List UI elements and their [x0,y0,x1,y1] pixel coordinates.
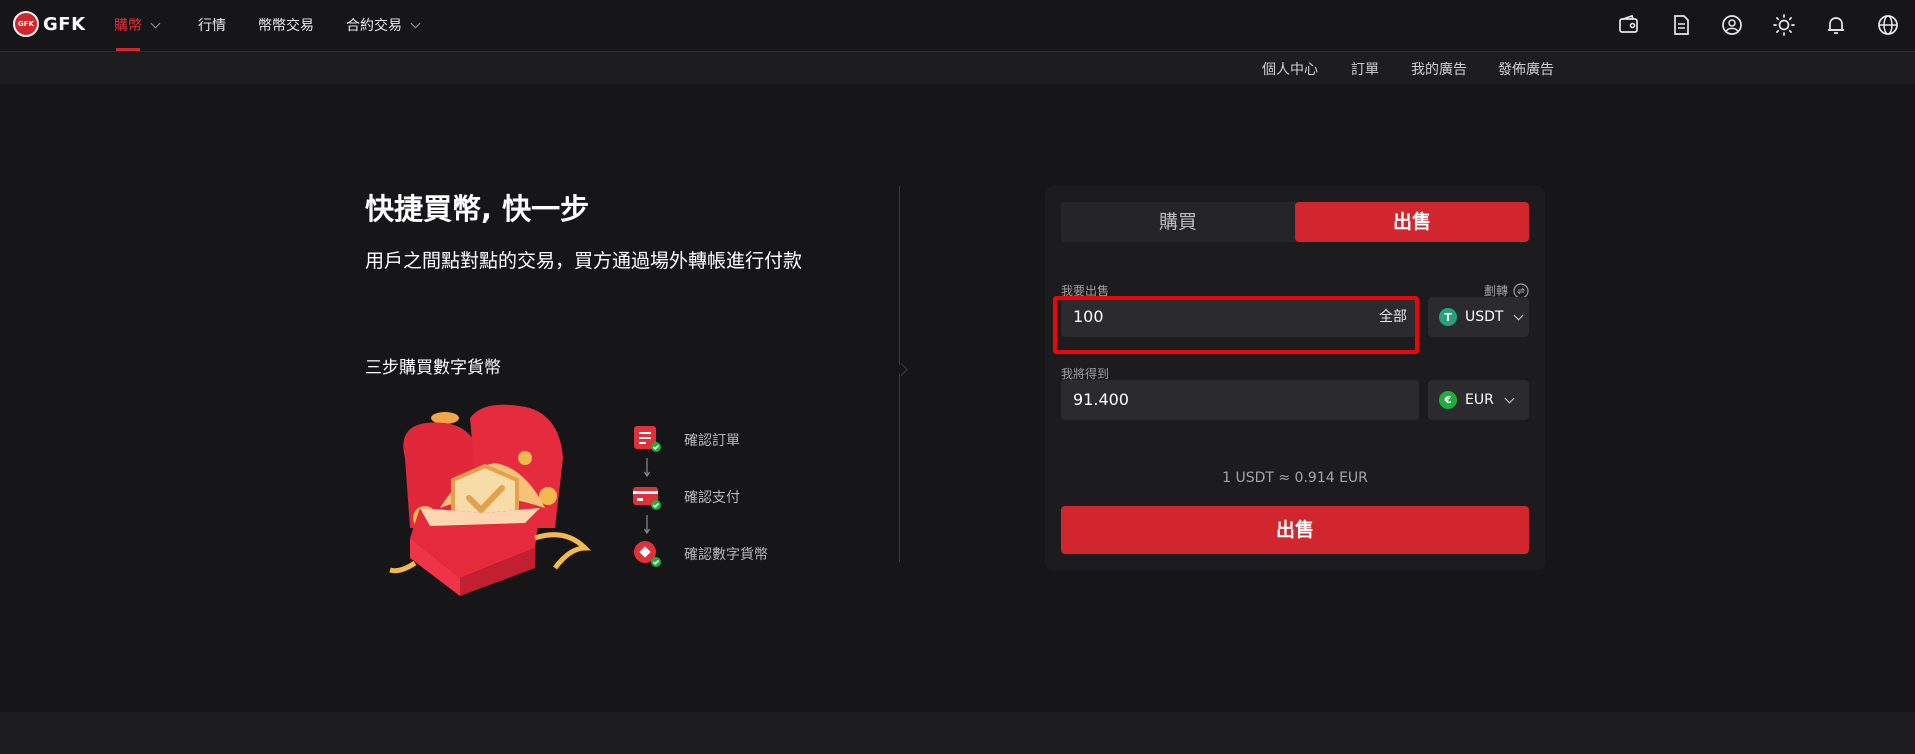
orders-icon[interactable] [1669,13,1693,37]
subnav-personal-center[interactable]: 個人中心 [1262,59,1318,79]
confirm-crypto-icon [634,541,661,567]
logo-badge: GFK [13,11,39,37]
arrow-down-icon [644,515,650,535]
receive-currency-label: EUR [1465,392,1494,408]
tab-buy[interactable]: 購買 [1061,202,1295,242]
logo[interactable]: GFK GFK [13,11,86,37]
nav-item-spot-trading[interactable]: 幣幣交易 [258,15,314,35]
tab-sell[interactable]: 出售 [1295,202,1529,242]
step-confirm-order: 確認訂單 [684,433,740,449]
confirm-order-icon [634,426,661,452]
wallet-icon[interactable] [1617,13,1641,37]
chevron-down-icon [150,18,161,28]
receive-amount-input[interactable]: 91.400 [1061,380,1419,420]
logo-text: GFK [43,13,86,35]
hero-title: 快捷買幣, 快一步 [365,192,590,226]
theme-sun-icon[interactable] [1772,13,1796,37]
arrow-down-icon [644,458,650,478]
nav-item-futures-trading[interactable]: 合約交易 [346,15,421,35]
step-confirm-crypto: 確認數字貨幣 [684,547,768,563]
confirm-payment-icon [633,487,661,510]
eur-icon: € [1439,391,1457,409]
sell-currency-select[interactable]: T USDT [1428,297,1529,337]
gift-box-illustration [389,404,592,596]
subnav-post-ad[interactable]: 發佈廣告 [1498,59,1554,79]
nav-item-market[interactable]: 行情 [198,15,226,35]
exchange-rate: 1 USDT ≈ 0.914 EUR [1222,470,1368,486]
top-navbar: GFK GFK 購幣 行情 幣幣交易 合約交易 [0,0,1915,52]
subnav-orders[interactable]: 訂單 [1351,59,1379,79]
nav-label: 行情 [198,18,226,34]
chevron-down-icon [1514,310,1524,320]
nav-label: 幣幣交易 [258,18,314,34]
steps-title: 三步購買數字貨幣 [365,358,501,378]
hero-subtitle: 用戶之間點對點的交易，買方通過場外轉帳進行付款 [365,250,803,272]
sell-submit-button[interactable]: 出售 [1061,506,1529,554]
chevron-down-icon [410,18,421,28]
subnav-my-ads[interactable]: 我的廣告 [1411,59,1467,79]
trade-card: 購買 出售 我要出售 劃轉 100 全部 T USDT 我將得到 91.400 … [1045,186,1545,570]
bell-icon[interactable] [1824,13,1848,37]
footer-band [0,712,1915,754]
globe-icon[interactable] [1876,13,1900,37]
nav-label: 購幣 [114,18,142,34]
nav-active-indicator [116,48,140,51]
chevron-down-icon [1504,393,1515,403]
sub-navbar: 個人中心 訂單 我的廣告 發佈廣告 [0,52,1915,84]
divider-notch [895,363,908,376]
user-icon[interactable] [1720,13,1744,37]
receive-amount-value: 91.400 [1073,390,1129,409]
nav-label: 合約交易 [346,18,402,34]
trade-tabs: 購買 出售 [1061,202,1529,242]
usdt-icon: T [1439,308,1457,326]
step-confirm-payment: 確認支付 [684,490,740,506]
receive-currency-select[interactable]: € EUR [1428,380,1529,420]
sell-currency-label: USDT [1465,309,1504,325]
highlight-box [1053,296,1419,354]
nav-item-buy-crypto[interactable]: 購幣 [114,15,161,35]
